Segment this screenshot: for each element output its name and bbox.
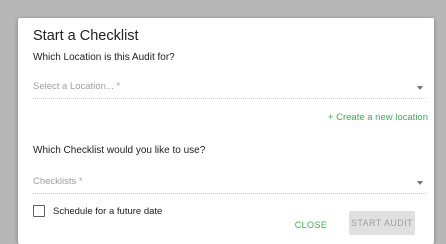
location-select-placeholder: Select a Location... *	[33, 81, 121, 92]
checklist-select-placeholder: Checklists *	[33, 176, 83, 187]
schedule-future-date-row[interactable]: Schedule for a future date	[33, 205, 162, 217]
dropdown-caret-icon	[417, 86, 423, 90]
location-select[interactable]: Select a Location... *	[33, 78, 426, 99]
start-audit-button[interactable]: START AUDIT	[349, 211, 415, 235]
create-new-location-link[interactable]: + Create a new location	[328, 112, 428, 123]
checklist-select[interactable]: Checklists *	[33, 173, 426, 194]
checkbox-unchecked-icon[interactable]	[33, 205, 45, 217]
dialog-title: Start a Checklist	[33, 28, 139, 44]
schedule-future-date-label[interactable]: Schedule for a future date	[53, 206, 162, 217]
dropdown-caret-icon	[417, 181, 423, 185]
location-question: Which Location is this Audit for?	[33, 52, 175, 63]
checklist-question: Which Checklist would you like to use?	[33, 145, 206, 156]
start-checklist-dialog: Start a Checklist Which Location is this…	[18, 18, 434, 244]
close-button[interactable]: CLOSE	[290, 215, 332, 235]
